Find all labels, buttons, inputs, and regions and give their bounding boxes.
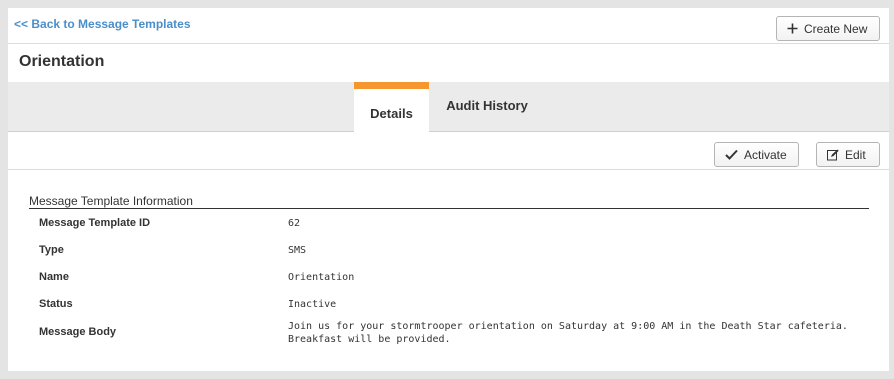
plus-icon [787, 23, 798, 34]
create-new-button[interactable]: Create New [776, 16, 880, 41]
field-label: Type [39, 244, 64, 256]
field-label: Message Body [39, 326, 117, 338]
tab-audit-history-label: Audit History [446, 97, 528, 113]
field-value: Orientation [288, 272, 355, 283]
section-title: Message Template Information [29, 194, 869, 209]
back-to-templates-link[interactable]: << Back to Message Templates [14, 17, 191, 31]
field-label: Message Template ID [39, 217, 151, 229]
field-value: Join us for your stormtrooper orientatio… [288, 321, 848, 345]
activate-button[interactable]: Activate [714, 142, 799, 167]
tab-details[interactable]: Details [354, 82, 429, 133]
page-title: Orientation [19, 53, 105, 70]
tab-bar: Details Audit History [8, 82, 889, 133]
top-bar: << Back to Message Templates Create New [8, 8, 889, 44]
tab-audit-history[interactable]: Audit History [442, 82, 532, 132]
field-value: SMS [288, 245, 307, 256]
field-value: 62 [288, 218, 301, 229]
action-bar: Activate Edit [8, 133, 889, 170]
checkmark-icon [725, 149, 738, 160]
activate-label: Activate [744, 147, 787, 162]
tab-details-label: Details [370, 106, 413, 121]
field-label: Status [39, 298, 73, 310]
edit-button[interactable]: Edit [816, 142, 880, 167]
create-new-label: Create New [804, 21, 868, 36]
field-label: Name [39, 271, 69, 283]
field-value: Inactive [288, 299, 337, 310]
details-panel: << Back to Message Templates Create New … [8, 8, 889, 371]
edit-icon [827, 149, 839, 161]
edit-label: Edit [845, 147, 866, 162]
